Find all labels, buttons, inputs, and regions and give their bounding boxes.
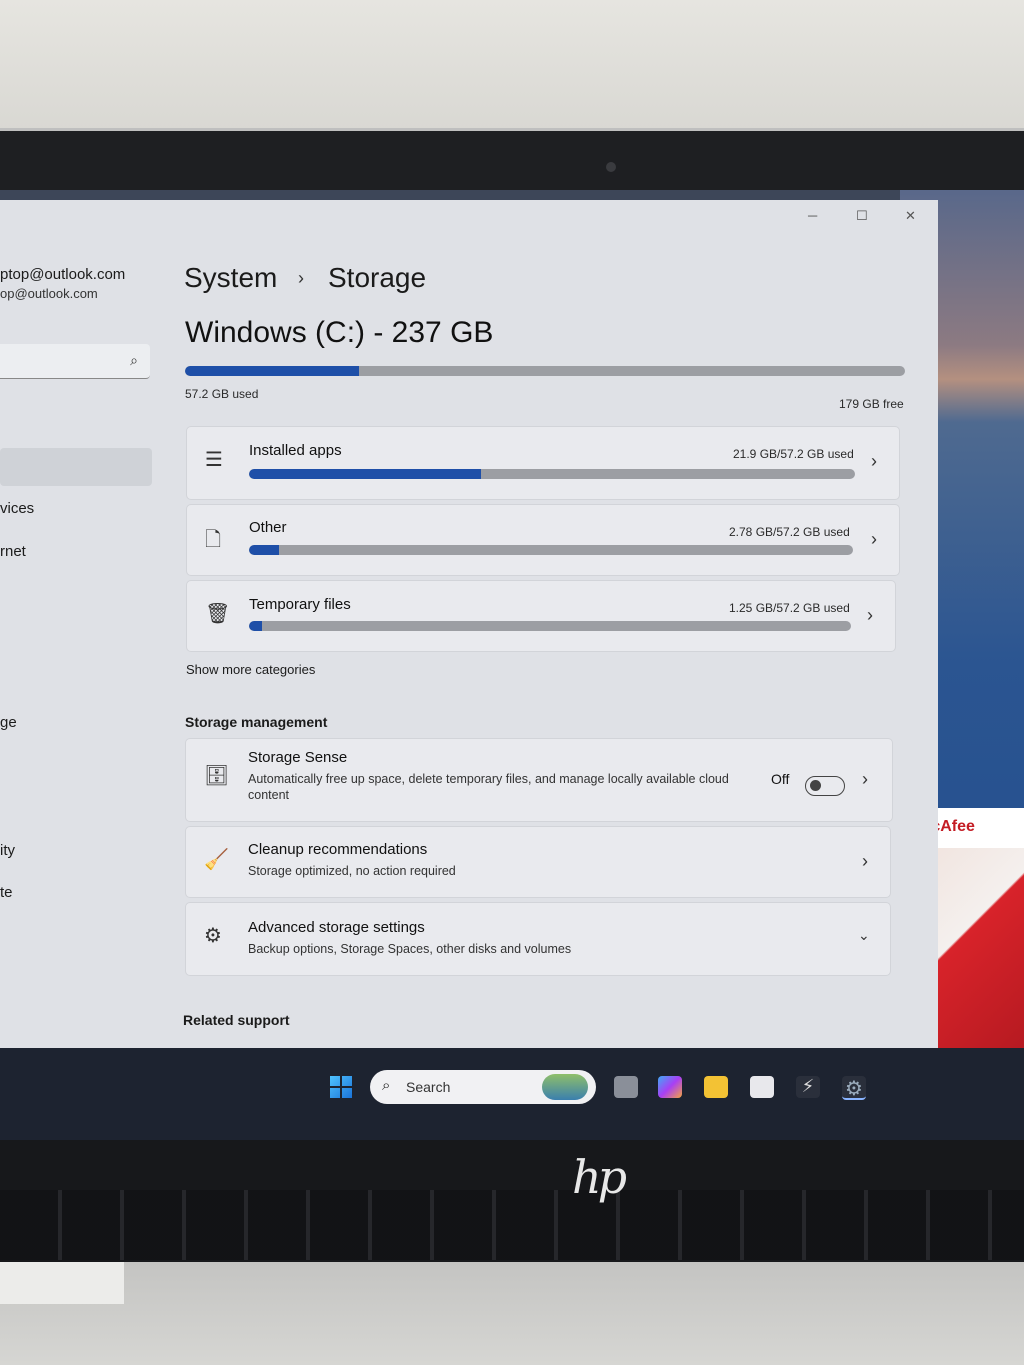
document-icon: 🗋: [205, 529, 222, 551]
storage-sense-card[interactable]: 🗄 Storage Sense Automatically free up sp…: [185, 738, 893, 822]
advanced-storage-settings-card[interactable]: ⚙ Advanced storage settings Backup optio…: [185, 902, 891, 976]
category-usage: 21.9 GB/57.2 GB used: [733, 447, 854, 461]
settings-search-input[interactable]: ⌕: [0, 344, 150, 379]
breadcrumb-separator-icon: ›: [298, 268, 304, 288]
copilot-icon[interactable]: [658, 1076, 682, 1098]
background-wall: [0, 0, 1024, 140]
cleanup-title: Cleanup recommendations: [248, 841, 428, 858]
sidebar: ptop@outlook.com op@outlook.com ⌕ vices …: [0, 200, 160, 1050]
drive-usage-fill: [185, 366, 359, 376]
account-email: op@outlook.com: [0, 286, 98, 301]
file-explorer-icon[interactable]: [704, 1076, 728, 1098]
chevron-right-icon: ›: [871, 529, 877, 549]
category-usage-bar: [249, 621, 851, 631]
taskbar-search-label: Search: [406, 1079, 451, 1095]
toggle-knob: [810, 780, 821, 791]
chevron-right-icon: ›: [867, 605, 873, 625]
screen: McAfee ptop@outlook.com op@outlook.com ⌕…: [0, 190, 1024, 1050]
drive-usage-bar: [185, 366, 905, 376]
account-name: ptop@outlook.com: [0, 266, 126, 283]
category-usage-fill: [249, 621, 263, 631]
chevron-down-icon: ⌄: [858, 927, 870, 943]
cleanup-description: Storage optimized, no action required: [248, 864, 456, 878]
sidebar-item-language[interactable]: ge: [0, 714, 17, 731]
breadcrumb-system[interactable]: System: [184, 262, 277, 294]
sidebar-item-network[interactable]: rnet: [0, 543, 26, 560]
broom-icon: 🧹: [204, 849, 229, 871]
category-usage: 1.25 GB/57.2 GB used: [729, 601, 850, 615]
gear-icon: ⚙: [204, 925, 222, 947]
settings-window: ptop@outlook.com op@outlook.com ⌕ vices …: [0, 200, 938, 1050]
sidebar-item-devices[interactable]: vices: [0, 500, 34, 517]
cleanup-recommendations-card[interactable]: 🧹 Cleanup recommendations Storage optimi…: [185, 826, 891, 898]
laptop-chassis: [0, 1262, 1024, 1365]
drive-used-label: 57.2 GB used: [185, 387, 259, 401]
storage-sense-title: Storage Sense: [248, 749, 348, 766]
storage-drive-icon: 🗄: [204, 765, 230, 787]
advanced-title: Advanced storage settings: [248, 919, 425, 936]
taskbar: ⌕ Search ⚡ ⚙: [0, 1048, 1024, 1140]
microsoft-store-icon[interactable]: [750, 1076, 774, 1098]
category-usage-bar: [249, 545, 853, 555]
windows-start-icon[interactable]: [330, 1076, 352, 1098]
search-icon: ⌕: [130, 352, 138, 368]
category-other[interactable]: 🗋 Other 2.78 GB/57.2 GB used ›: [186, 504, 900, 576]
related-support-heading: Related support: [183, 1012, 290, 1028]
chevron-right-icon: ›: [862, 769, 868, 789]
drive-free-label: 179 GB free: [839, 397, 904, 411]
task-view-icon[interactable]: [614, 1076, 638, 1098]
sidebar-item-update[interactable]: te: [0, 884, 13, 901]
minimize-button[interactable]: ─: [808, 208, 817, 223]
search-highlight-image: [542, 1074, 588, 1100]
search-icon: ⌕: [382, 1077, 391, 1094]
taskbar-search[interactable]: ⌕ Search: [370, 1070, 596, 1104]
storage-sense-description: Automatically free up space, delete temp…: [248, 772, 729, 802]
category-label: Other: [249, 519, 287, 536]
sidebar-item-system-selected[interactable]: [0, 448, 152, 486]
category-installed-apps[interactable]: ☰ Installed apps 21.9 GB/57.2 GB used ›: [186, 426, 900, 500]
hp-logo: hp: [572, 1150, 627, 1204]
chevron-right-icon: ›: [871, 451, 877, 471]
maximize-button[interactable]: ☐: [856, 208, 868, 224]
page-title: Storage: [328, 262, 427, 293]
trash-icon: 🗑: [205, 603, 231, 625]
category-usage-fill: [249, 545, 279, 555]
webcam: [606, 162, 616, 172]
category-usage-bar: [249, 469, 855, 479]
laptop-chassis-edge: [0, 1262, 124, 1304]
list-icon: ☰: [205, 449, 223, 471]
drive-title: Windows (C:) - 237 GB: [185, 316, 494, 349]
sidebar-item-accessibility[interactable]: ity: [0, 842, 15, 859]
settings-gear-icon[interactable]: ⚙: [842, 1076, 866, 1100]
category-label: Installed apps: [249, 442, 342, 459]
close-button[interactable]: ✕: [905, 208, 916, 224]
category-usage: 2.78 GB/57.2 GB used: [729, 525, 850, 539]
app-icon[interactable]: ⚡: [796, 1076, 820, 1098]
advanced-description: Backup options, Storage Spaces, other di…: [248, 942, 572, 956]
storage-sense-toggle[interactable]: [805, 776, 845, 796]
storage-sense-state: Off: [771, 771, 790, 787]
category-temporary-files[interactable]: 🗑 Temporary files 1.25 GB/57.2 GB used ›: [186, 580, 896, 652]
storage-management-heading: Storage management: [185, 714, 328, 730]
keyboard-keys: [0, 1190, 1024, 1260]
chevron-right-icon: ›: [862, 851, 868, 871]
category-usage-fill: [249, 469, 482, 479]
show-more-categories-link[interactable]: Show more categories: [186, 662, 315, 677]
category-label: Temporary files: [249, 596, 351, 613]
